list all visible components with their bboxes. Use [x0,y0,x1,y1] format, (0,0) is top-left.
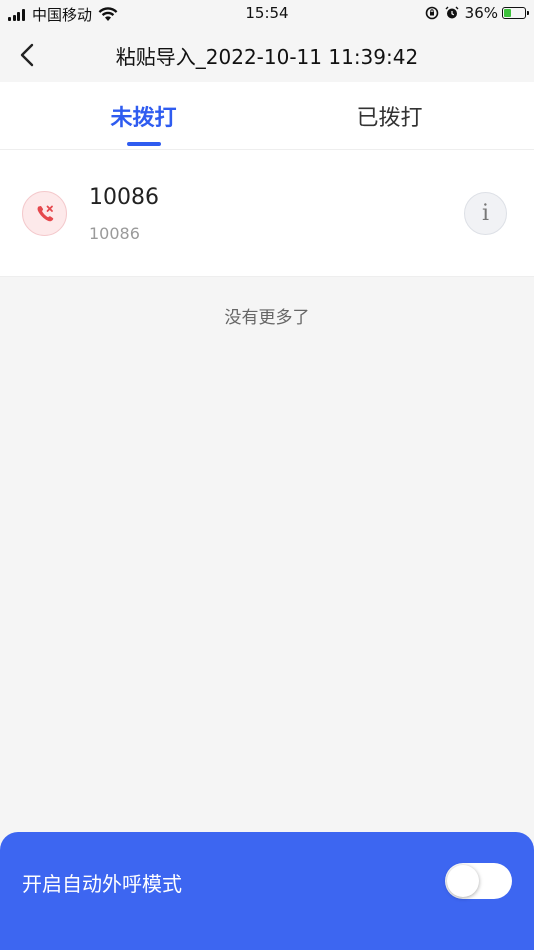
contact-number: 10086 [89,224,140,243]
toggle-knob[interactable] [447,865,479,897]
tab-dialed[interactable]: 已拨打 [256,82,523,150]
info-icon[interactable]: i [464,192,507,235]
status-bar-right: 36% [425,4,529,22]
nav-bar: 粘贴导入_2022-10-11 11:39:42 [0,28,534,82]
chevron-left-icon[interactable] [14,40,42,70]
rotation-lock-icon [425,6,438,20]
battery-percentage: 36% [464,4,498,22]
auto-dial-label: 开启自动外呼模式 [22,872,182,896]
list-item[interactable]: 10086 10086 i [0,150,534,277]
battery-charging-icon [502,7,529,19]
active-tab-indicator [127,142,161,146]
auto-dial-panel: 开启自动外呼模式 [0,832,534,950]
page-title: 粘贴导入_2022-10-11 11:39:42 [115,45,419,69]
missed-call-icon [22,191,67,236]
tab-bar: 未拨打 已拨打 [0,82,534,150]
contact-name: 10086 [89,185,159,210]
list-end-text: 没有更多了 [224,308,310,328]
alarm-icon [445,6,459,19]
status-bar: 中国移动 15:54 36% [0,0,534,28]
auto-dial-toggle[interactable] [445,863,512,899]
tab-not-dialed[interactable]: 未拨打 [10,82,277,150]
